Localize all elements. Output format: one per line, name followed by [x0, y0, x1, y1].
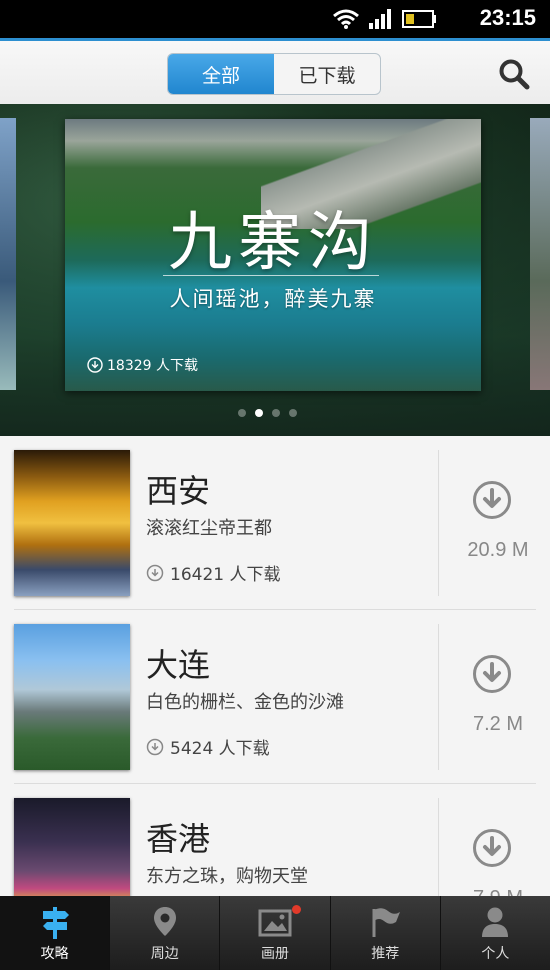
notification-badge — [292, 905, 302, 914]
guide-download-count: 5424 人下载 — [146, 734, 270, 759]
featured-download-count: 18329 人下载 — [87, 355, 198, 375]
guide-downloads-text: 16421 人下载 — [170, 565, 281, 585]
next-guide-card[interactable] — [530, 118, 550, 390]
photo-album-icon — [258, 909, 292, 937]
guide-row-xian[interactable]: 西安 滚滚红尘帝王都 16421 人下载 20.9 M — [0, 436, 550, 610]
flag-icon — [372, 908, 401, 937]
guide-downloads-text: 5424 人下载 — [170, 739, 270, 759]
tab-label: 攻略 — [40, 946, 69, 962]
guide-thumbnail — [14, 798, 130, 896]
pager-dot[interactable] — [238, 409, 246, 417]
row-divider-vertical — [438, 798, 439, 896]
filter-segmented-control: 全部 已下载 — [167, 53, 381, 95]
segment-all[interactable]: 全部 — [168, 54, 274, 94]
title-divider — [163, 275, 379, 276]
row-divider-vertical — [438, 624, 439, 770]
person-icon — [482, 907, 509, 937]
guide-download-count: 16421 人下载 — [146, 560, 280, 585]
guide-subtitle: 滚滚红尘帝王都 — [146, 518, 272, 539]
battery-icon — [402, 10, 436, 28]
location-pin-icon — [153, 907, 176, 936]
guide-subtitle: 东方之珠，购物天堂 — [146, 866, 308, 887]
tab-guides[interactable]: 攻略 — [0, 896, 111, 970]
guide-title: 香港 — [146, 820, 211, 858]
guide-file-size: 7.9 M — [446, 887, 550, 896]
tab-album[interactable]: 画册 — [220, 896, 331, 970]
guide-title: 西安 — [146, 472, 211, 510]
pager-dot-active[interactable] — [255, 409, 263, 417]
featured-title: 九寨沟 — [168, 206, 378, 280]
wifi-icon — [333, 9, 359, 29]
featured-subtitle: 人间瑶池，醉美九寨 — [169, 287, 377, 311]
download-circle-icon — [146, 564, 164, 581]
download-icon[interactable] — [472, 480, 512, 520]
tab-label: 周边 — [150, 946, 179, 962]
previous-guide-card[interactable] — [0, 118, 16, 390]
tab-nearby[interactable]: 周边 — [110, 896, 221, 970]
download-icon[interactable] — [472, 654, 512, 694]
guide-file-size: 20.9 M — [467, 539, 529, 561]
signpost-icon — [42, 907, 69, 939]
carousel-pager — [238, 409, 297, 417]
featured-downloads-text: 18329 人下载 — [107, 358, 198, 374]
download-circle-icon — [146, 738, 164, 755]
bottom-tab-bar: 攻略 周边 画册 推荐 个人 — [0, 896, 550, 970]
guide-row-dalian[interactable]: 大连 白色的栅栏、金色的沙滩 5424 人下载 7.2 M — [0, 610, 550, 784]
tab-label: 个人 — [481, 946, 510, 962]
pager-dot[interactable] — [289, 409, 297, 417]
guide-thumbnail — [14, 624, 130, 770]
tab-label: 画册 — [261, 946, 289, 962]
tab-recommend[interactable]: 推荐 — [331, 896, 441, 970]
search-icon[interactable] — [498, 58, 530, 90]
guide-list: 西安 滚滚红尘帝王都 16421 人下载 20.9 M 大连 白色的栅栏、金色的… — [0, 436, 550, 896]
row-divider-vertical — [438, 450, 439, 596]
guide-title: 大连 — [146, 646, 211, 684]
status-icons — [332, 8, 438, 30]
top-bar: 全部 已下载 — [0, 38, 550, 104]
status-time: 23:15 — [479, 5, 536, 30]
status-bar: 23:15 — [0, 0, 550, 38]
featured-guide-card[interactable]: 九寨沟 人间瑶池，醉美九寨 18329 人下载 — [65, 119, 481, 391]
download-icon[interactable] — [472, 828, 512, 868]
tab-profile[interactable]: 个人 — [441, 896, 550, 970]
pager-dot[interactable] — [272, 409, 280, 417]
download-circle-icon — [87, 357, 103, 373]
signal-icon — [369, 9, 391, 29]
guide-thumbnail — [14, 450, 130, 596]
tab-label: 推荐 — [371, 946, 400, 962]
guide-subtitle: 白色的栅栏、金色的沙滩 — [146, 692, 344, 713]
guide-file-size: 7.2 M — [472, 713, 524, 735]
segment-downloaded[interactable]: 已下载 — [274, 54, 380, 94]
guide-row-hongkong[interactable]: 香港 东方之珠，购物天堂 7.9 M — [0, 784, 550, 896]
featured-carousel[interactable]: 九寨沟 人间瑶池，醉美九寨 18329 人下载 — [0, 104, 550, 436]
